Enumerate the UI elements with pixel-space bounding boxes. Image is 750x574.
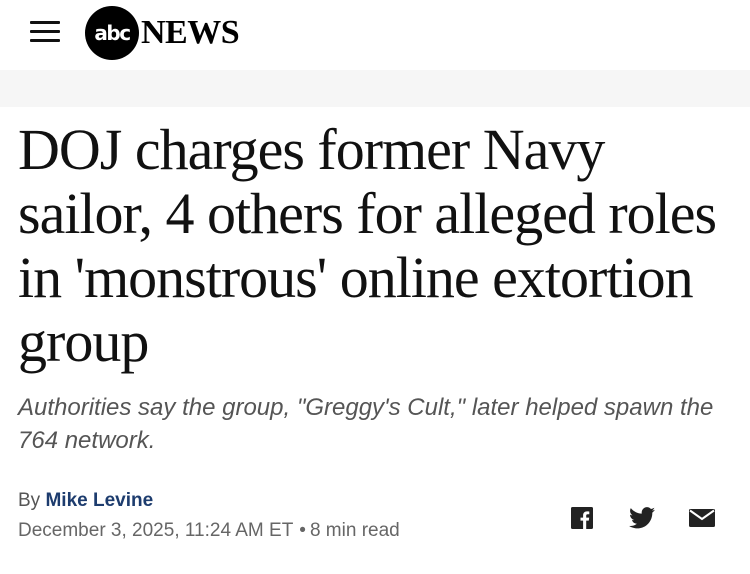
meta-separator: • — [299, 520, 306, 541]
article-headline: DOJ charges former Navy sailor, 4 others… — [18, 117, 717, 374]
byline: By Mike Levine — [18, 490, 153, 512]
twitter-icon[interactable] — [628, 505, 656, 531]
hamburger-menu-icon[interactable] — [30, 21, 60, 43]
article-subheadline: Authorities say the group, "Greggy's Cul… — [18, 394, 714, 454]
email-icon[interactable] — [688, 505, 716, 531]
twitter-glyph — [629, 507, 655, 529]
abc-news-logo[interactable]: abc NEWS — [85, 6, 240, 60]
byline-prefix: By — [18, 490, 41, 511]
dateline: December 3, 2025, 11:24 AM ET • 8 min read — [18, 520, 400, 542]
facebook-glyph — [571, 507, 593, 529]
author-link[interactable]: Mike Levine — [45, 490, 153, 511]
publish-date: December 3, 2025, 11:24 AM ET — [18, 520, 294, 541]
read-time: 8 min read — [309, 520, 400, 541]
logo-mark: abc — [85, 6, 139, 60]
menu-line — [30, 21, 60, 24]
facebook-icon[interactable] — [568, 505, 596, 531]
logo-wordmark: NEWS — [141, 14, 240, 51]
header-spacer — [0, 70, 750, 107]
top-navigation-bar: abc NEWS — [0, 0, 750, 70]
menu-line — [30, 39, 60, 42]
email-glyph — [689, 509, 715, 527]
menu-line — [30, 30, 60, 33]
